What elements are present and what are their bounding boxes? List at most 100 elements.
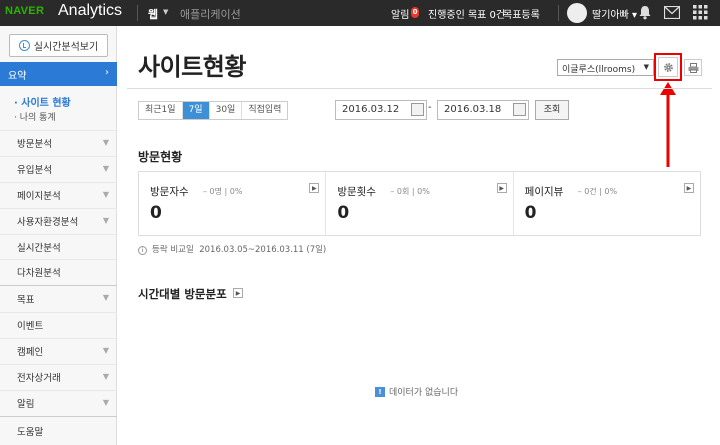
sidebar-item-user-env-analysis[interactable]: 사용자환경분석 ▼ bbox=[0, 208, 117, 233]
stat-label: 방문자수 bbox=[150, 186, 189, 198]
calendar-icon[interactable] bbox=[513, 103, 526, 116]
more-arrow-icon[interactable]: ▶ bbox=[683, 183, 694, 193]
nav-app-tab[interactable]: 애플리케이션 bbox=[180, 6, 241, 22]
chevron-down-icon: ▼ bbox=[102, 346, 109, 355]
apps-grid-icon[interactable] bbox=[693, 5, 708, 20]
compare-range: 2016.03.05~2016.03.11 (7일) bbox=[199, 245, 327, 255]
stat-value: 0 bbox=[150, 203, 162, 223]
sidebar-item-label: 다차원분석 bbox=[17, 268, 61, 279]
sidebar-item-label: 알림 bbox=[17, 399, 35, 410]
bell-icon[interactable] bbox=[638, 5, 652, 20]
stat-card-visits: 방문횟수 – 0회 | 0% 0 ▶ bbox=[326, 172, 514, 235]
period-selector: 최근1일 7일 30일 직접입력 bbox=[138, 101, 289, 120]
sidebar-subitem-site-status[interactable]: · 사이트 현황 bbox=[14, 94, 71, 109]
sidebar-item-visit-analysis[interactable]: 방문분석 ▼ bbox=[0, 130, 117, 155]
date-range-separator: - bbox=[428, 102, 432, 113]
analytics-logo[interactable]: Analytics bbox=[58, 2, 122, 20]
avatar[interactable] bbox=[567, 3, 587, 23]
period-button-30days[interactable]: 30일 bbox=[209, 102, 243, 119]
sidebar-item-label: 유입분석 bbox=[17, 165, 52, 176]
top-divider bbox=[558, 5, 559, 21]
goal-register-link[interactable]: 목표등록 bbox=[503, 6, 540, 21]
sidebar-item-page-analysis[interactable]: 페이지분석 ▼ bbox=[0, 182, 117, 207]
stat-value: 0 bbox=[524, 203, 537, 223]
hourly-section-title: 시간대별 방문분포 bbox=[138, 287, 227, 301]
sidebar-item-label: 캠페인 bbox=[17, 347, 44, 358]
stat-label: 페이지뷰 bbox=[524, 186, 564, 198]
info-icon: i bbox=[138, 246, 147, 255]
info-icon: ! bbox=[375, 386, 385, 397]
period-button-1day[interactable]: 최근1일 bbox=[139, 102, 183, 119]
more-arrow-icon[interactable]: ▶ bbox=[496, 183, 507, 193]
chevron-down-icon: ▼ bbox=[102, 138, 109, 147]
empty-data-message: ! 데이터가 없습니다 bbox=[375, 385, 458, 398]
alarm-count-badge: 0 bbox=[411, 7, 419, 18]
chevron-down-icon: ▼ bbox=[643, 63, 649, 71]
more-arrow-icon[interactable]: ▶ bbox=[309, 183, 320, 193]
top-divider bbox=[137, 5, 138, 21]
stat-delta: – 0건 | 0% bbox=[577, 187, 618, 196]
sidebar-item-events[interactable]: 이벤트 bbox=[0, 312, 117, 337]
sidebar-item-label: 페이지분석 bbox=[17, 191, 61, 202]
compare-period-note: i 등락 비교일 2016.03.05~2016.03.11 (7일) bbox=[138, 243, 326, 255]
sidebar-item-inflow-analysis[interactable]: 유입분석 ▼ bbox=[0, 156, 117, 181]
nav-web-tab[interactable]: 웹 bbox=[148, 6, 158, 22]
calendar-icon[interactable] bbox=[411, 103, 424, 116]
sidebar-item-label: 목표 bbox=[17, 294, 35, 306]
sidebar-item-label: 실시간분석 bbox=[17, 243, 61, 254]
chevron-down-icon: ▼ bbox=[102, 190, 109, 199]
period-button-custom[interactable]: 직접입력 bbox=[242, 102, 288, 119]
alarm-link[interactable]: 알림 bbox=[391, 6, 409, 21]
goals-progress-link[interactable]: 진행중인 목표 0건 bbox=[428, 6, 505, 21]
user-menu[interactable]: 딸기아빠 ▾ bbox=[592, 6, 637, 21]
sidebar-item-label: 이벤트 bbox=[17, 321, 44, 332]
sidebar-subitem-my-stats[interactable]: · 나의 통계 bbox=[14, 110, 56, 123]
chevron-down-icon: ▼ bbox=[102, 372, 109, 381]
sidebar-item-label: 사용자환경분석 bbox=[17, 217, 79, 228]
naver-logo[interactable]: NAVER bbox=[5, 5, 44, 17]
sidebar-item-multidim-analysis[interactable]: 다차원분석 bbox=[0, 259, 117, 284]
sidebar-item-label: 도움말 bbox=[17, 426, 44, 438]
top-bar: NAVER Analytics 웹 ▼ 애플리케이션 알림 0 진행중인 목표 … bbox=[0, 0, 720, 26]
period-button-7days[interactable]: 7일 bbox=[182, 102, 210, 119]
stat-card-pageviews: 페이지뷰 – 0건 | 0% 0 ▶ bbox=[514, 172, 700, 235]
realtime-button-label: 실시간분석보기 bbox=[33, 42, 99, 53]
page-title: 사이트현황 bbox=[138, 53, 246, 81]
chevron-down-icon[interactable]: ▼ bbox=[163, 8, 168, 16]
clock-icon bbox=[18, 40, 30, 51]
red-arrow-annotation bbox=[660, 82, 676, 167]
sidebar-item-realtime-analysis[interactable]: 실시간분석 bbox=[0, 234, 117, 259]
chevron-down-icon: ▼ bbox=[102, 398, 109, 407]
stat-delta: – 0회 | 0% bbox=[390, 187, 430, 196]
sidebar-item-goals[interactable]: 목표 ▼ bbox=[0, 286, 117, 311]
chevron-down-icon: ▼ bbox=[102, 164, 109, 173]
site-select[interactable]: 이글루스(llrooms) ▼ bbox=[557, 59, 654, 76]
realtime-analysis-button[interactable]: 실시간분석보기 bbox=[9, 34, 108, 57]
stat-value: 0 bbox=[337, 203, 350, 223]
empty-message-text: 데이터가 없습니다 bbox=[389, 388, 459, 398]
more-arrow-icon[interactable]: ▶ bbox=[233, 288, 243, 298]
sidebar-item-summary[interactable]: 요약 › bbox=[0, 62, 117, 86]
chevron-right-icon: › bbox=[105, 67, 109, 78]
settings-highlight-box bbox=[654, 53, 682, 81]
stat-delta: – 0명 | 0% bbox=[203, 187, 243, 196]
sidebar-item-label: 전자상거래 bbox=[17, 373, 61, 384]
sidebar-item-ecommerce[interactable]: 전자상거래 ▼ bbox=[0, 364, 117, 389]
header-divider bbox=[127, 88, 712, 89]
visit-stats-box: 방문자수 – 0명 | 0% 0 ▶ 방문횟수 – 0회 | 0% 0 ▶ 페이… bbox=[138, 171, 701, 236]
sidebar: 실시간분석보기 요약 › · 사이트 현황 · 나의 통계 방문분석 ▼ 유입분석… bbox=[0, 26, 117, 445]
chevron-down-icon: ▼ bbox=[102, 293, 109, 302]
sidebar-divider bbox=[0, 416, 117, 417]
print-button[interactable] bbox=[684, 59, 702, 76]
search-button[interactable]: 조회 bbox=[535, 100, 569, 120]
mail-icon[interactable] bbox=[664, 6, 680, 19]
sidebar-item-help[interactable]: 도움말 bbox=[0, 418, 117, 443]
sidebar-item-label: 요약 bbox=[8, 70, 27, 82]
chevron-down-icon: ▼ bbox=[102, 216, 109, 225]
compare-label: 등락 비교일 bbox=[152, 245, 194, 255]
visit-section-title: 방문현황 bbox=[138, 150, 183, 164]
user-name: 딸기아빠 bbox=[592, 10, 629, 21]
sidebar-item-campaign[interactable]: 캠페인 ▼ bbox=[0, 338, 117, 363]
sidebar-item-alarm[interactable]: 알림 ▼ bbox=[0, 390, 117, 415]
site-select-value: 이글루스(llrooms) bbox=[562, 65, 636, 75]
